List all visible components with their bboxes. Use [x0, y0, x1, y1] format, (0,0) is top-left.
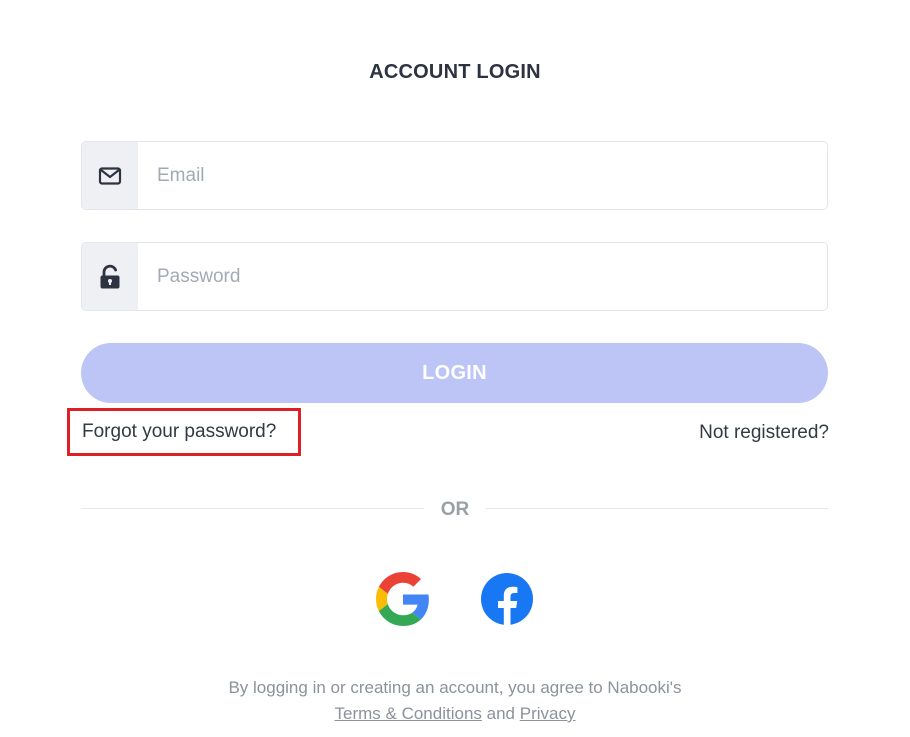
terms-conditions-link[interactable]: Terms & Conditions — [335, 704, 482, 723]
facebook-login-button[interactable] — [480, 572, 534, 626]
google-icon — [376, 572, 429, 626]
google-login-button[interactable] — [376, 572, 430, 626]
password-input[interactable] — [138, 243, 827, 310]
agreement-text: By logging in or creating an account, yo… — [228, 678, 682, 697]
divider-line-right — [486, 508, 828, 509]
not-registered-link[interactable]: Not registered? — [699, 422, 829, 444]
email-field-group — [81, 141, 828, 210]
email-input[interactable] — [138, 142, 827, 209]
password-field-group — [81, 242, 828, 311]
facebook-icon — [481, 573, 533, 626]
login-button[interactable]: LOGIN — [81, 343, 828, 403]
privacy-link[interactable]: Privacy — [520, 704, 576, 723]
terms-links-line: Terms & Conditions and Privacy — [0, 701, 910, 727]
forgot-password-link[interactable]: Forgot your password? — [67, 408, 301, 456]
unlock-icon — [82, 243, 138, 310]
envelope-icon — [82, 142, 138, 209]
and-text: and — [486, 704, 516, 723]
forgot-password-label: Forgot your password? — [82, 421, 277, 442]
terms-notice: By logging in or creating an account, yo… — [0, 675, 910, 727]
or-separator: OR — [440, 499, 470, 520]
page-title: ACCOUNT LOGIN — [369, 61, 541, 83]
